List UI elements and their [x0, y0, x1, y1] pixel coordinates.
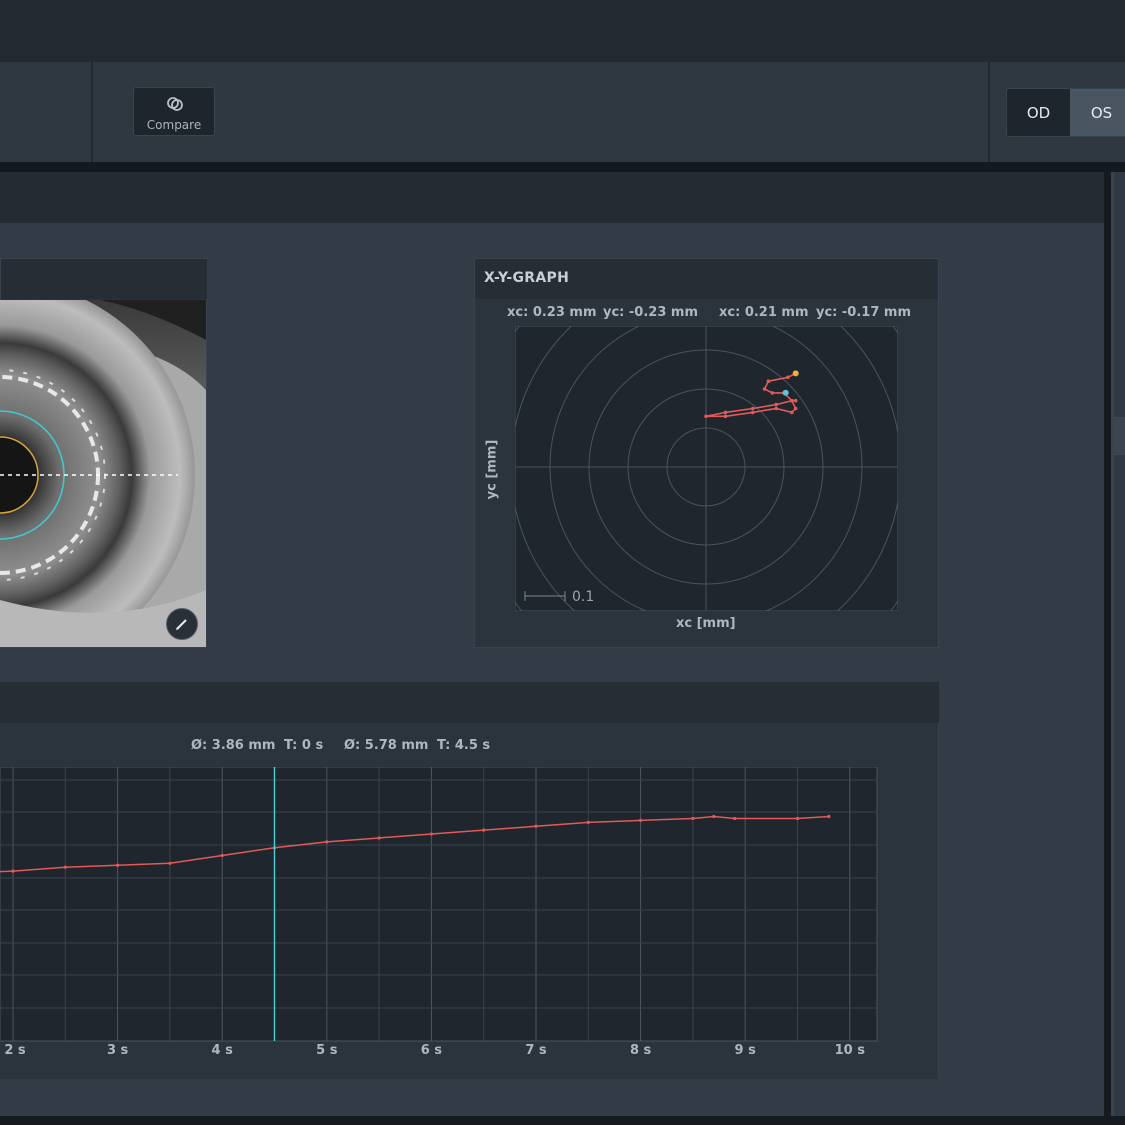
trace-point	[11, 869, 15, 873]
x-tick-label: 4 s	[211, 1043, 233, 1058]
trace-point	[795, 816, 800, 821]
side-panel	[1114, 172, 1125, 1116]
trace-point	[220, 853, 224, 858]
eye-card-header	[1, 259, 207, 299]
eye-os-button[interactable]: OS	[1070, 89, 1125, 136]
x-tick-label: 10 s	[834, 1043, 865, 1058]
xy-ylabel: yc [mm]	[484, 439, 500, 500]
xy-readout-left-xc: xc: 0.23 mm	[507, 305, 597, 320]
xy-start-point	[792, 370, 799, 377]
xy-point	[774, 406, 778, 411]
trace-point	[733, 816, 737, 821]
ts-readout-right-time: T: 4.5 s	[437, 738, 491, 753]
bottom-bar	[0, 1116, 1125, 1125]
trace-point	[712, 814, 716, 819]
xy-readout-right-yc: yc: -0.17 mm	[816, 305, 911, 320]
xy-readout-left-yc: yc: -0.23 mm	[603, 305, 698, 320]
ts-readout-left-diameter: Ø: 3.86 mm	[191, 738, 276, 753]
compare-label: Compare	[146, 118, 202, 132]
top-bar	[0, 0, 1125, 62]
x-tick-label: 6 s	[420, 1043, 443, 1058]
xy-point	[793, 398, 798, 403]
trace-point	[639, 818, 643, 822]
trace-point	[691, 816, 695, 821]
trace-point	[827, 814, 831, 819]
xy-point	[751, 406, 755, 411]
xy-point	[704, 414, 708, 419]
trace-point	[482, 828, 486, 832]
xy-current-point	[782, 389, 789, 396]
xy-point	[766, 379, 771, 383]
xy-point	[762, 387, 767, 391]
x-tick-label: 5 s	[316, 1043, 338, 1058]
ts-readout-left-time: T: 0 s	[284, 738, 324, 753]
xy-point	[723, 410, 728, 415]
panel-header	[0, 172, 1104, 223]
scrollbar[interactable]	[1104, 172, 1125, 1125]
compare-button[interactable]: Compare	[133, 87, 215, 136]
x-tick-label: 3 s	[106, 1043, 129, 1058]
trace-point	[377, 836, 381, 840]
edit-button[interactable]	[166, 608, 198, 640]
trace-point	[325, 840, 329, 844]
xy-point	[790, 398, 794, 403]
trace-point	[116, 863, 120, 867]
x-tick-label: 8 s	[629, 1043, 652, 1058]
xy-point	[786, 375, 790, 380]
trace-point	[534, 824, 538, 828]
trace-point	[168, 861, 172, 865]
pupil-diameter-header	[0, 682, 939, 723]
x-tick-label: 9 s	[734, 1043, 756, 1058]
xy-point	[790, 410, 794, 415]
x-tick-label: 7 s	[525, 1043, 547, 1058]
xy-point	[723, 414, 728, 419]
toolbar-separator	[988, 62, 990, 162]
scale-label: 0.1	[572, 589, 594, 605]
xy-graph-plot[interactable]: 0.1	[515, 326, 898, 611]
eye-od-button[interactable]: OD	[1007, 89, 1070, 136]
xy-point	[751, 410, 755, 415]
xy-point	[770, 391, 775, 395]
toolbar-separator	[91, 62, 93, 162]
eye-selector: OD OS	[1006, 88, 1125, 137]
xy-point	[793, 406, 798, 411]
xy-point	[774, 402, 778, 407]
divider	[0, 162, 1125, 172]
scrollbar-thumb[interactable]	[1114, 417, 1125, 455]
ts-readout-right-diameter: Ø: 5.78 mm	[344, 738, 429, 753]
trace-point	[429, 832, 433, 836]
xy-graph-title: X-Y-GRAPH	[484, 270, 570, 286]
link-rings-icon	[167, 97, 183, 111]
pupil-diameter-plot[interactable]	[0, 767, 878, 1042]
trace-point	[63, 865, 67, 869]
x-tick-label: 2 s	[4, 1043, 26, 1058]
xy-readout-right-xc: xc: 0.21 mm	[719, 305, 809, 320]
trace-point	[586, 820, 590, 824]
eye-image	[0, 300, 206, 647]
xy-xlabel: xc [mm]	[676, 616, 736, 631]
pencil-icon	[176, 619, 187, 630]
